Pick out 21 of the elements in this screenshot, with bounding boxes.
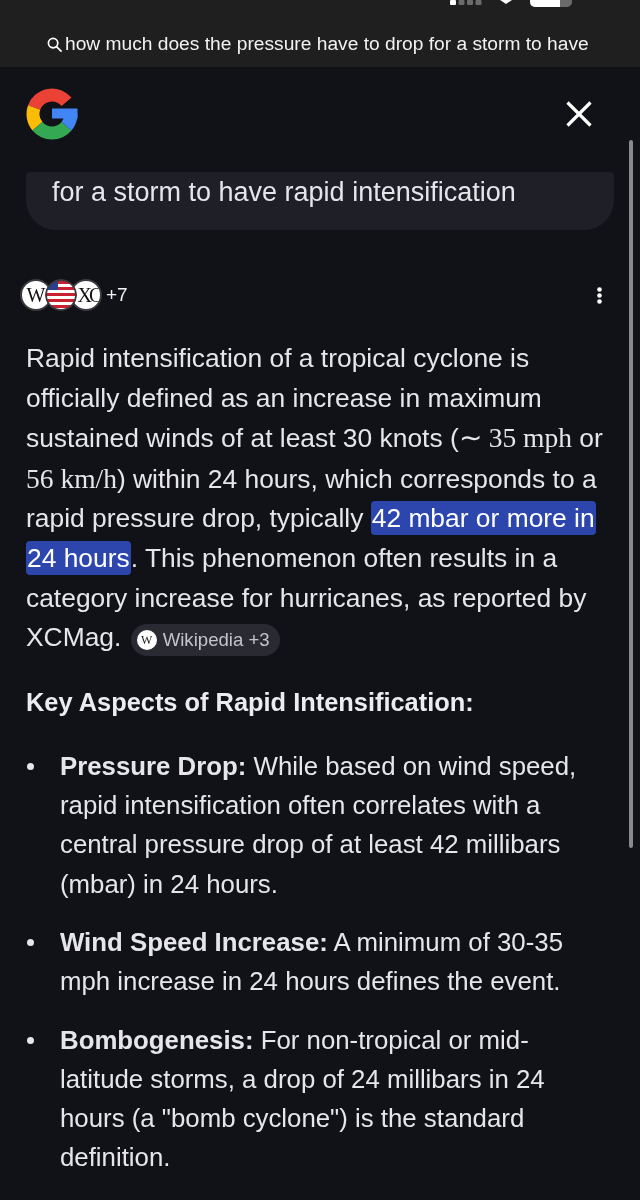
- list-item-text: Wind Speed Increase: A minimum of 30-35 mph increase in 24 hours defines the event.: [60, 926, 564, 998]
- wifi-icon: [500, 0, 512, 4]
- bullet-icon: [27, 762, 34, 770]
- battery-icon: [530, 0, 572, 7]
- answer-paragraph: Rapid intensification of a tropical cyclone is officially defined as an increase in maximum sustained winds of at least 30 knots (∼ 35 mph or 56 km/h) within 24 hours, which corresponds to a rapid pressure drop, typically 42 mbar or more in 24 hours. This phenomenon often results in a category increase for hurricanes, as reported by XCMag. W Wikipedia +3: [26, 339, 614, 658]
- query-bubble: for a storm to have rapid intensification: [26, 172, 614, 230]
- citation-chip[interactable]: W Wikipedia +3: [130, 624, 280, 657]
- section-heading: Key Aspects of Rapid Intensification:: [26, 686, 475, 717]
- close-icon: [566, 101, 592, 127]
- site-favicon: W: [136, 630, 157, 651]
- kebab-menu-icon: [596, 286, 602, 304]
- address-bar[interactable]: how much does the pressure have to drop for a storm to have: [47, 33, 589, 55]
- signal-icon: [450, 0, 482, 5]
- source-count[interactable]: +7: [106, 284, 128, 306]
- list-item-text: Bombogenesis: For non-tropical or mid-latitude storms, a drop of 24 millibars in 24 hours (a "bomb cyclone") is the standard definition.: [60, 1024, 546, 1174]
- bullet-icon: [27, 939, 34, 947]
- bullet-icon: [27, 1036, 34, 1044]
- g-logo-icon: [26, 88, 78, 140]
- list-item-text: Pressure Drop: While based on wind speed, rapid intensification often correlates with a central pressure drop of at least 42 millibars (mbar) in 24 hours.: [60, 750, 578, 900]
- search-icon: [47, 36, 62, 52]
- flag-icon[interactable]: [45, 279, 77, 311]
